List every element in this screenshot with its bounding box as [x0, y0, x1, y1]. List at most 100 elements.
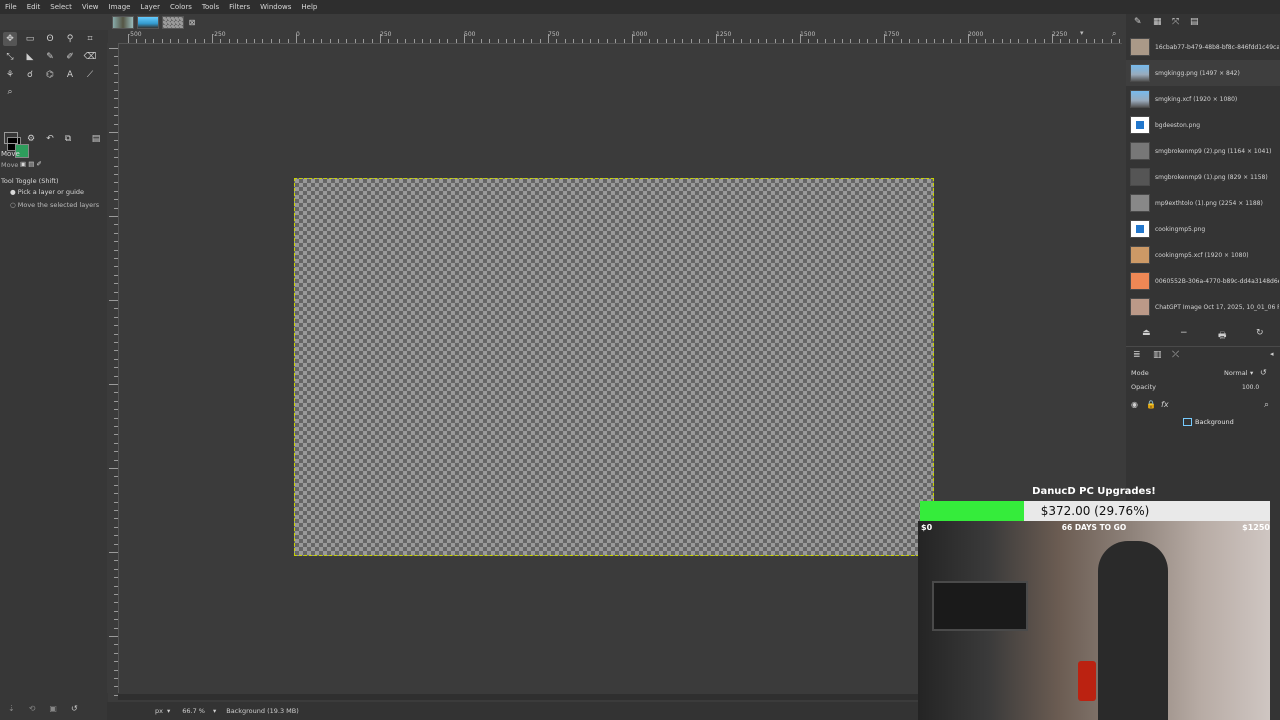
image-list-item[interactable]: 16cbab77-b479-48b8-bf8c-846fdd1c49ca: [1126, 34, 1280, 60]
ruler-tick: [312, 39, 314, 43]
tool-name: Move: [1, 150, 20, 158]
reset-mode-icon[interactable]: ↺: [1260, 368, 1267, 377]
image-tab-1[interactable]: [112, 15, 134, 29]
image-list-item[interactable]: cookingmp5.xcf (1920 × 1080): [1126, 242, 1280, 268]
close-tab-icon[interactable]: ⊠: [187, 18, 197, 27]
rect-select-tool-icon[interactable]: ▭: [23, 32, 37, 46]
brushes-tab-icon[interactable]: ✎: [1134, 17, 1142, 27]
refresh-icon[interactable]: ↻: [1256, 328, 1264, 338]
ruler-tick: [262, 39, 264, 43]
delete-tool-preset-icon[interactable]: ▣: [49, 704, 57, 718]
image-list-item[interactable]: mp9exthtolo (1).png (2254 × 1188): [1126, 190, 1280, 216]
image-list-item[interactable]: smgbrokenmp9 (2).png (1164 × 1041): [1126, 138, 1280, 164]
ruler-tick: [114, 90, 118, 91]
unit-select[interactable]: px: [155, 707, 163, 715]
image-list-item[interactable]: ChatGPT Image Oct 17, 2025, 10_01_06 PM: [1126, 294, 1280, 320]
transform-tool-icon[interactable]: ⤡: [3, 50, 17, 64]
lasso-tool-icon[interactable]: ʘ: [43, 32, 57, 46]
channels-tab-icon[interactable]: ▥: [1153, 350, 1162, 360]
pick-layer-radio[interactable]: ● Pick a layer or guide: [10, 188, 84, 196]
device-status-tab-icon[interactable]: ⚙: [24, 132, 38, 146]
menu-tools[interactable]: Tools: [197, 3, 224, 11]
effects-icon[interactable]: fx: [1161, 400, 1169, 409]
image-tab-active[interactable]: [162, 15, 184, 29]
save-tool-preset-icon[interactable]: ⇣: [8, 704, 15, 718]
bucket-fill-tool-icon[interactable]: ◣: [23, 50, 37, 64]
pencil-tool-icon[interactable]: ✐: [63, 50, 77, 64]
images-tab-icon[interactable]: ⧉: [61, 132, 75, 146]
paths-tool-icon[interactable]: ⌬: [43, 68, 57, 82]
delete-image-icon[interactable]: 🖶: [1218, 328, 1227, 344]
color-picker-tool-icon[interactable]: ⟋: [83, 68, 97, 82]
zoom-fit-icon[interactable]: ⌕: [1112, 29, 1116, 39]
panel-menu-icon[interactable]: ◂: [1270, 350, 1274, 358]
image-canvas[interactable]: [294, 178, 934, 556]
horizontal-ruler[interactable]: -500 -250 0 250 500 750 1000 1250 1500 1…: [118, 29, 1129, 44]
ruler-tick: [109, 132, 118, 133]
panel-menu-icon[interactable]: ▤: [89, 132, 103, 146]
image-tab-2[interactable]: [137, 15, 159, 29]
ruler-tick: [732, 39, 734, 43]
smudge-tool-icon[interactable]: ☌: [23, 68, 37, 82]
lock-icon[interactable]: 🔒: [1146, 400, 1156, 409]
fuzzy-select-tool-icon[interactable]: ⚲: [63, 32, 77, 46]
ruler-tick: [114, 409, 118, 411]
chevron-down-icon: ▾: [1250, 369, 1254, 377]
menu-help[interactable]: Help: [296, 3, 322, 11]
image-list-item[interactable]: bgdeeston.png: [1126, 112, 1280, 138]
move-mode-icons[interactable]: ▣ ▤ ✐: [20, 160, 42, 168]
menu-filters[interactable]: Filters: [224, 3, 255, 11]
text-tool-icon[interactable]: A: [63, 68, 77, 82]
crop-tool-icon[interactable]: ⌗: [83, 32, 97, 46]
menu-file[interactable]: File: [0, 3, 22, 11]
paths-tab-icon[interactable]: ⤫: [1172, 350, 1179, 360]
eraser-tool-icon[interactable]: ⌫: [83, 50, 97, 64]
undo-history-tab-icon[interactable]: ↶: [43, 132, 57, 146]
menu-image[interactable]: Image: [104, 3, 136, 11]
move-selected-radio[interactable]: ○ Move the selected layers: [10, 201, 99, 209]
ruler-tick: [1060, 39, 1062, 43]
ruler-tick: [114, 258, 118, 259]
image-list-item-name: smgbrokenmp9 (1).png (829 × 1158): [1155, 173, 1268, 181]
ruler-tick: [114, 535, 118, 537]
menu-layer[interactable]: Layer: [135, 3, 165, 11]
panel-divider: [1126, 346, 1280, 347]
image-list-item[interactable]: smgking.xcf (1920 × 1080): [1126, 86, 1280, 112]
layer-row[interactable]: Background: [1183, 418, 1234, 426]
menu-select[interactable]: Select: [45, 3, 77, 11]
zoom-select[interactable]: 66.7 %: [182, 707, 205, 715]
ruler-tick: [917, 39, 919, 43]
clone-tool-icon[interactable]: ⚘: [3, 68, 17, 82]
image-list-item[interactable]: smgkingg.png (1497 × 842): [1126, 60, 1280, 86]
patterns-tab-icon[interactable]: ▦: [1153, 17, 1162, 27]
image-list-item[interactable]: cookingmp5.png: [1126, 216, 1280, 242]
search-icon[interactable]: ⌕: [1264, 400, 1269, 410]
mode-select[interactable]: Normal: [1224, 369, 1248, 377]
vertical-ruler[interactable]: [107, 43, 119, 696]
zoom-tool-icon[interactable]: ⌕: [3, 85, 17, 99]
tool-options-tab-icon[interactable]: [4, 132, 18, 144]
menu-colors[interactable]: Colors: [165, 3, 197, 11]
move-tool-icon[interactable]: ✥: [3, 32, 17, 46]
layers-tab-icon[interactable]: ≣: [1133, 350, 1141, 360]
raise-display-icon[interactable]: ⏏: [1142, 328, 1151, 338]
image-list-item[interactable]: 0060552B-306a-4770-b89c-dd4a3148d6ec: [1126, 268, 1280, 294]
menu-edit[interactable]: Edit: [22, 3, 46, 11]
opacity-value[interactable]: 100.0: [1242, 384, 1259, 391]
new-display-icon[interactable]: −: [1180, 328, 1188, 338]
photo-thumb: [1130, 272, 1150, 290]
restore-tool-preset-icon[interactable]: ⟲: [29, 704, 36, 718]
visibility-eye-icon[interactable]: ◉: [1131, 400, 1138, 409]
ruler-tick: [114, 400, 118, 402]
image-list-item[interactable]: smgbrokenmp9 (1).png (829 × 1158): [1126, 164, 1280, 190]
fonts-tab-icon[interactable]: ⤧: [1172, 17, 1179, 27]
paintbrush-tool-icon[interactable]: ✎: [43, 50, 57, 64]
reset-tool-icon[interactable]: ↺: [71, 704, 78, 718]
images-tab-icon[interactable]: ▤: [1190, 17, 1199, 27]
menu-view[interactable]: View: [77, 3, 104, 11]
ruler-menu-icon[interactable]: ▾: [1080, 29, 1084, 37]
ruler-tick: [1043, 39, 1045, 43]
ruler-tick: [114, 165, 118, 167]
mode-label: Mode: [1131, 369, 1149, 377]
menu-windows[interactable]: Windows: [255, 3, 296, 11]
